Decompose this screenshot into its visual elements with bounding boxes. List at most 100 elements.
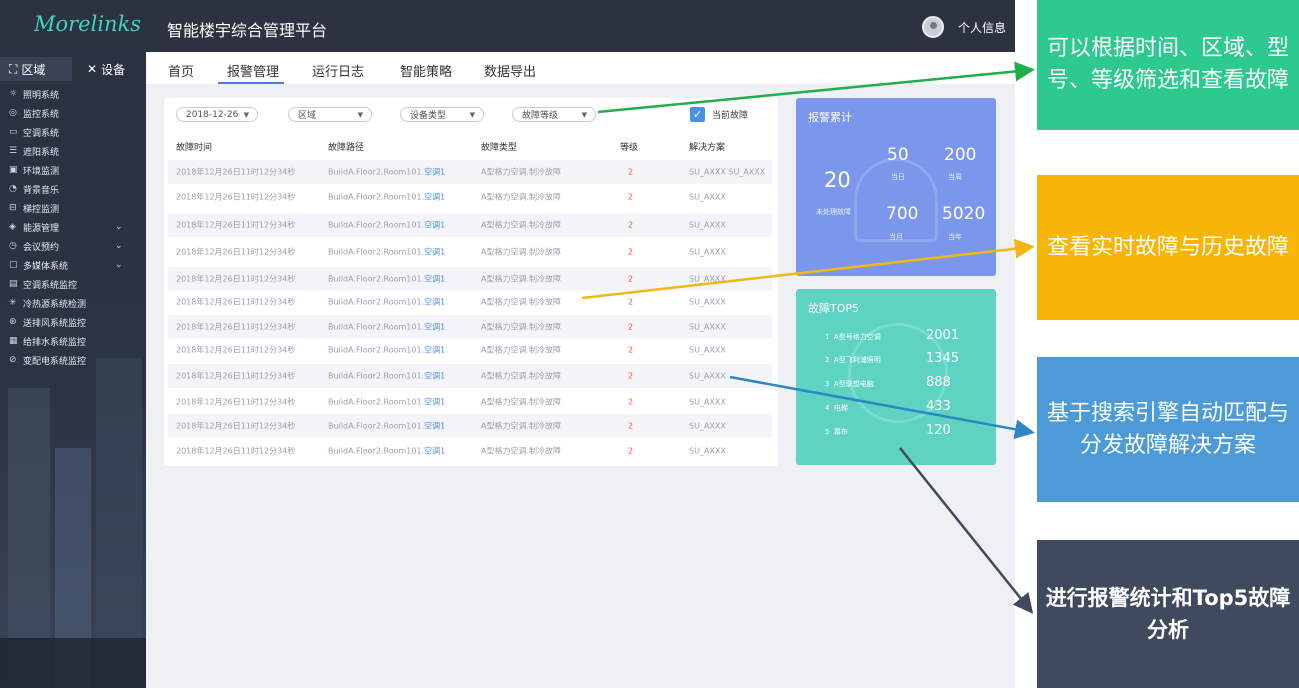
sidebar-tab-area[interactable]: ⛶ 区域 (0, 57, 72, 81)
sidebar-item-monitoring[interactable]: ◎ 监控系统 (9, 104, 139, 122)
annotation-solution: 基于搜索引擎自动匹配与分发故障解决方案 (1037, 357, 1299, 502)
unresolved-label: 未处理故障 (816, 208, 851, 216)
table-row[interactable]: 2018年12月26日11时12分34秒 BuildA.Floor2.Room10… (168, 390, 772, 414)
path-text: BuildA.Floor2.Room101. (328, 345, 425, 355)
sidebar-item-music[interactable]: ◔ 背景音乐 (9, 180, 139, 198)
area-select[interactable]: 区域 ▼ (288, 107, 372, 122)
cell-level: 2 (628, 297, 634, 307)
sidebar-item-hvac-source[interactable]: ✳ 冷热源系统检测 (9, 294, 139, 312)
cell-type: A型格力空调.制冷故障 (481, 247, 562, 257)
top5-name: A型号格力空调 (833, 333, 881, 341)
top5-item-name: 1 A型号格力空调 (825, 332, 881, 342)
sidebar-item-water[interactable]: ▦ 给排水系统监控 (9, 332, 139, 350)
alarm-stats-title: 报警累计 (808, 111, 852, 124)
table-row[interactable]: 2018年12月26日11时12分34秒 BuildA.Floor2.Room10… (168, 315, 772, 339)
table-row[interactable]: 2018年12月26日11时12分34秒 BuildA.Floor2.Room10… (168, 185, 772, 209)
top5-rank: 5 (825, 428, 830, 436)
area-icon: ⛶ (9, 61, 18, 76)
cell-level: 2 (628, 397, 634, 407)
table-row[interactable]: 2018年12月26日11时12分34秒 BuildA.Floor2.Room10… (168, 160, 772, 184)
avatar[interactable] (922, 16, 944, 38)
sidebar-item-meeting[interactable]: ◷ 会议预约 ⌄ (9, 237, 139, 255)
sidebar-tab-device[interactable]: ✕ 设备 (73, 57, 146, 81)
tab-home[interactable]: 首页 (168, 61, 194, 80)
column-header-type: 故障类型 (481, 143, 518, 153)
sidebar-item-label: 空调系统 (23, 128, 60, 139)
cell-time: 2018年12月26日11时12分34秒 (176, 446, 296, 456)
tab-data-export[interactable]: 数据导出 (484, 61, 536, 80)
sidebar-item-shading[interactable]: ☰ 遮阳系统 (9, 142, 139, 160)
table-row[interactable]: 2018年12月26日11时12分34秒 BuildA.Floor2.Room10… (168, 213, 772, 237)
sidebar-item-aircon-monitor[interactable]: ▤ 空调系统监控 (9, 275, 139, 293)
chevron-down-icon: ⌄ (115, 260, 123, 270)
sidebar-item-energy[interactable]: ◈ 能源管理 ⌄ (9, 218, 139, 236)
cell-solution: SU_AXXX (689, 446, 726, 456)
cell-time: 2018年12月26日11时12分34秒 (176, 322, 296, 332)
top5-item-value: 433 (926, 399, 951, 414)
sidebar-item-environment[interactable]: ▣ 环境监测 (9, 161, 139, 179)
tab-alarm-management[interactable]: 报警管理 (227, 61, 279, 80)
week-label: 当周 (948, 173, 962, 181)
table-row[interactable]: 2018年12月26日11时12分34秒 BuildA.Floor2.Room10… (168, 267, 772, 291)
sidebar-item-label: 送排风系统监控 (23, 318, 87, 329)
device-link[interactable]: 空调1 (424, 447, 445, 456)
water-icon: ▦ (9, 336, 18, 346)
area-placeholder: 区域 (298, 111, 317, 121)
cell-path: BuildA.Floor2.Room101.空调1 (328, 167, 445, 178)
cell-time: 2018年12月26日11时12分34秒 (176, 397, 296, 407)
top5-item-name: 4 电梯 (825, 403, 848, 413)
top5-card: 故障TOP5 1 A型号格力空调 2001 2 A型飞利浦照明 1345 3 A型联想电… (796, 289, 996, 465)
sidebar-item-label: 变配电系统监控 (23, 356, 87, 367)
top5-rank: 1 (825, 333, 830, 341)
logo[interactable]: Morelinks (34, 12, 141, 36)
table-row[interactable]: 2018年12月26日11时12分34秒 BuildA.Floor2.Room10… (168, 290, 772, 314)
today-label: 当日 (891, 173, 905, 181)
top5-rank: 3 (825, 380, 830, 388)
device-link[interactable]: 空调1 (424, 372, 445, 381)
cell-path: BuildA.Floor2.Room101.空调1 (328, 446, 445, 457)
tab-smart-strategy[interactable]: 智能策略 (400, 61, 452, 80)
cell-path: BuildA.Floor2.Room101.空调1 (328, 220, 445, 231)
sidebar-tab-label: 设备 (101, 62, 126, 77)
table-row[interactable]: 2018年12月26日11时12分34秒 BuildA.Floor2.Room10… (168, 439, 772, 463)
camera-icon: ◎ (9, 108, 17, 118)
device-link[interactable]: 空调1 (424, 298, 445, 307)
device-link[interactable]: 空调1 (424, 346, 445, 355)
sidebar-item-multimedia[interactable]: ▢ 多媒体系统 ⌄ (9, 256, 139, 274)
sidebar-item-aircon[interactable]: ▭ 空调系统 (9, 123, 139, 141)
device-type-select[interactable]: 设备类型 ▼ (400, 107, 484, 122)
table-row[interactable]: 2018年12月26日11时12分34秒 BuildA.Floor2.Room10… (168, 240, 772, 264)
cell-path: BuildA.Floor2.Room101.空调1 (328, 297, 445, 308)
top5-item-value: 1345 (926, 351, 960, 366)
sidebar-item-ventilation[interactable]: ⊛ 送排风系统监控 (9, 313, 139, 331)
sidebar-item-label: 遮阳系统 (23, 147, 60, 158)
device-link[interactable]: 空调1 (424, 275, 445, 284)
device-link[interactable]: 空调1 (424, 193, 445, 202)
sidebar-item-elevator[interactable]: ⊟ 梯控监测 (9, 199, 139, 217)
elevator-icon: ⊟ (9, 203, 17, 213)
table-row[interactable]: 2018年12月26日11时12分34秒 BuildA.Floor2.Room10… (168, 364, 772, 388)
cell-level: 2 (628, 421, 634, 431)
fault-level-select[interactable]: 故障等级 ▼ (512, 107, 596, 122)
profile-link[interactable]: 个人信息 (958, 19, 1006, 36)
sidebar-item-power[interactable]: ⊘ 变配电系统监控 (9, 351, 139, 369)
annotation-filter: 可以根据时间、区域、型号、等级筛选和查看故障 (1037, 0, 1299, 130)
device-link[interactable]: 空调1 (424, 323, 445, 332)
sidebar-item-lighting[interactable]: ☼ 照明系统 (9, 85, 139, 103)
device-link[interactable]: 空调1 (424, 248, 445, 257)
table-row[interactable]: 2018年12月26日11时12分34秒 BuildA.Floor2.Room10… (168, 414, 772, 438)
device-link[interactable]: 空调1 (424, 422, 445, 431)
fan-icon: ⊛ (9, 317, 17, 327)
top5-item-name: 5 幕布 (825, 427, 848, 437)
cell-type: A型格力空调.制冷故障 (481, 371, 562, 381)
date-select[interactable]: 2018-12-26 ▼ (176, 107, 258, 122)
device-link[interactable]: 空调1 (424, 168, 445, 177)
tab-run-log[interactable]: 运行日志 (312, 61, 364, 80)
current-fault-checkbox[interactable]: ✓ (690, 107, 705, 122)
device-link[interactable]: 空调1 (424, 221, 445, 230)
device-link[interactable]: 空调1 (424, 398, 445, 407)
sidebar-tab-label: 区域 (21, 62, 46, 77)
path-text: BuildA.Floor2.Room101. (328, 274, 425, 284)
table-row[interactable]: 2018年12月26日11时12分34秒 BuildA.Floor2.Room10… (168, 338, 772, 362)
cell-solution: SU_AXXX (689, 397, 726, 407)
